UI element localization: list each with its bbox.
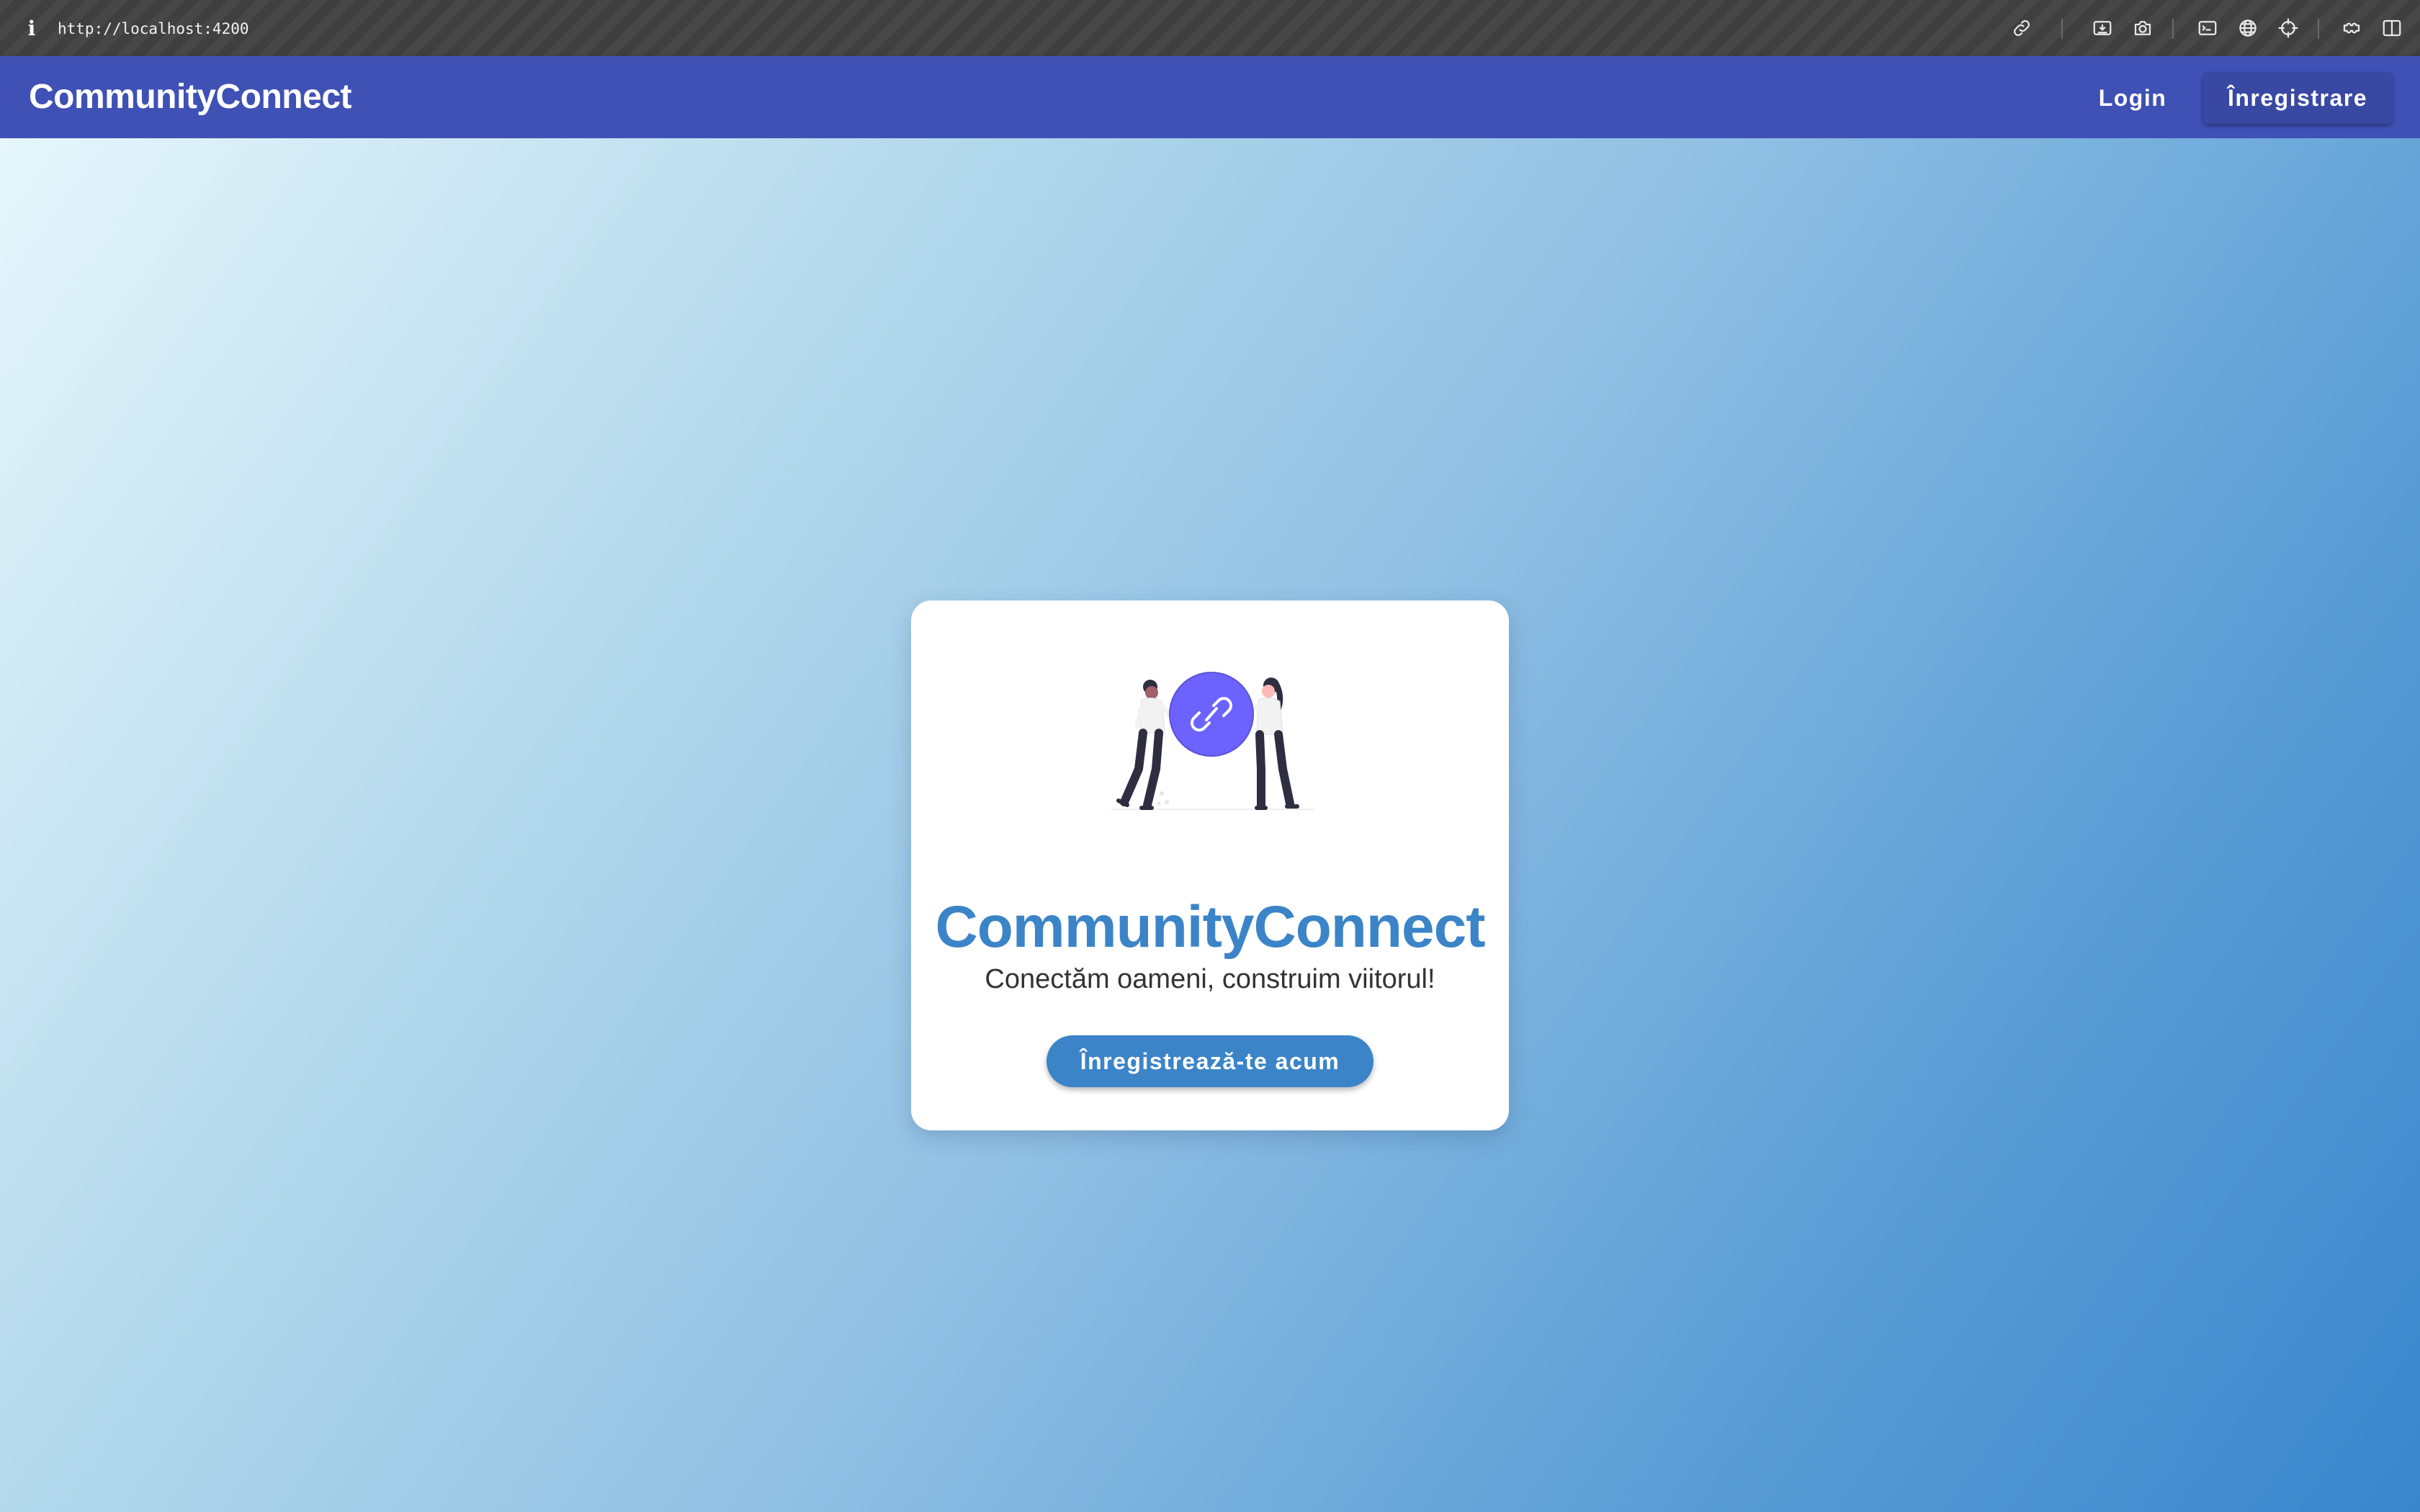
right-person-figure (1240, 678, 1299, 810)
link-icon[interactable] (2008, 14, 2035, 42)
register-button[interactable]: Înregistrare (2202, 72, 2393, 124)
browser-toolbar: i http://localhost:4200 (0, 0, 2420, 56)
login-button[interactable]: Login (2074, 78, 2191, 118)
extensions-icon[interactable] (2338, 14, 2365, 42)
browser-tools (0, 14, 2420, 42)
chain-link-icon (1169, 672, 1254, 757)
brand-title[interactable]: CommunityConnect (29, 76, 352, 118)
register-now-button[interactable]: Înregistrează-te acum (1047, 1035, 1373, 1087)
hero-title: CommunityConnect (935, 894, 1486, 960)
camera-icon[interactable] (2129, 14, 2156, 42)
save-page-icon[interactable] (2089, 14, 2116, 42)
terminal-icon[interactable] (2194, 14, 2221, 42)
crosshair-icon[interactable] (2275, 14, 2302, 42)
connection-illustration (1111, 672, 1314, 810)
split-view-icon[interactable] (2378, 14, 2406, 42)
app-toolbar: CommunityConnect Login Înregistrare (0, 56, 2420, 138)
globe-icon[interactable] (2234, 14, 2262, 42)
hero-background: CommunityConnect Conectăm oameni, constr… (0, 138, 2420, 1512)
hero-subtitle: Conectăm oameni, construim viitorul! (985, 964, 1435, 994)
left-person-figure (1116, 680, 1182, 810)
welcome-card: CommunityConnect Conectăm oameni, constr… (911, 600, 1509, 1130)
